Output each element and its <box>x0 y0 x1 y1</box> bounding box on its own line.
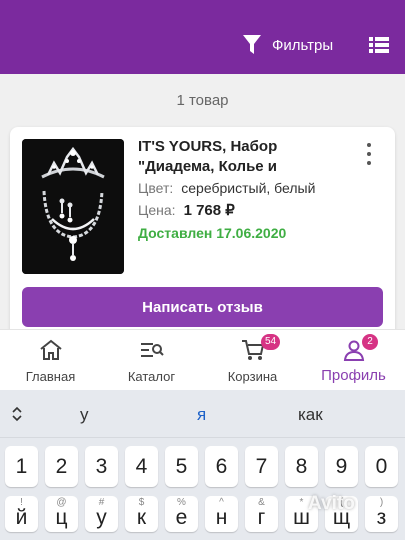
key-hint: ! <box>20 497 23 508</box>
funnel-icon <box>243 35 261 54</box>
delivery-status: Доставлен 17.06.2020 <box>138 225 287 241</box>
key-letter-label: й <box>15 506 28 529</box>
more-dot <box>367 152 371 156</box>
key-letter-label: у <box>96 506 107 529</box>
jewelry-set-image <box>22 139 124 274</box>
product-title[interactable]: IT'S YOURS, Набор "Диадема, Колье и <box>138 137 348 179</box>
price-value: 1 768 ₽ <box>183 202 235 219</box>
key-digit[interactable]: 1 <box>5 446 38 487</box>
nav-label-home: Главная <box>25 369 76 384</box>
key-hint: ) <box>379 497 384 508</box>
suggestion-2[interactable]: я <box>197 405 206 425</box>
nav-item-home[interactable]: Главная <box>0 330 101 391</box>
bottom-navigation: Главная Каталог 54 Корзина 2 Профиль <box>0 329 405 390</box>
color-label: Цвет: <box>138 180 174 196</box>
home-icon <box>39 339 62 360</box>
key-hint: ^ <box>219 497 224 508</box>
cart-badge: 54 <box>261 334 281 350</box>
nav-label-catalog: Каталог <box>127 369 176 384</box>
key-digit[interactable]: 6 <box>205 446 238 487</box>
key-letter[interactable]: @ ц <box>45 496 78 532</box>
expand-chevron-icon[interactable] <box>10 406 24 422</box>
key-letter-label: г <box>257 506 266 529</box>
filters-button[interactable]: Фильтры <box>242 30 333 60</box>
price-row: Цена: 1 768 ₽ <box>138 201 235 219</box>
key-digit[interactable]: 9 <box>325 446 358 487</box>
top-app-bar: Фильтры <box>0 0 405 74</box>
color-value: серебристый, белый <box>181 180 316 196</box>
key-letter-label: н <box>215 506 228 529</box>
nav-item-cart[interactable]: 54 Корзина <box>202 330 303 391</box>
filters-label: Фильтры <box>272 36 334 54</box>
avito-watermark: Avito <box>308 493 355 514</box>
keyboard-suggestion-bar: у я как <box>0 390 405 438</box>
key-hint: & <box>258 497 265 508</box>
key-letter[interactable]: & г <box>245 496 278 532</box>
key-hint: $ <box>138 497 145 508</box>
key-digit[interactable]: 5 <box>165 446 198 487</box>
key-letter[interactable]: % е <box>165 496 198 532</box>
key-digit[interactable]: 2 <box>45 446 78 487</box>
profile-badge: 2 <box>362 334 378 350</box>
key-letter-label: к <box>136 506 147 529</box>
more-dot <box>367 143 371 147</box>
color-row: Цвет: серебристый, белый <box>138 180 315 196</box>
order-card: IT'S YOURS, Набор "Диадема, Колье и Цвет… <box>10 127 395 342</box>
key-letter[interactable]: ^ н <box>205 496 238 532</box>
more-dot <box>367 161 371 165</box>
key-digit[interactable]: 8 <box>285 446 318 487</box>
nav-item-catalog[interactable]: Каталог <box>101 330 202 391</box>
on-screen-keyboard: 1 2 3 4 5 6 7 8 9 0 ! й @ ц # у $ к % е ^ н & г… <box>0 438 405 540</box>
nav-label-cart: Корзина <box>227 369 278 384</box>
price-label: Цена: <box>138 202 176 218</box>
key-digit[interactable]: 7 <box>245 446 278 487</box>
key-letter[interactable]: ! й <box>5 496 38 532</box>
key-letter-label: е <box>175 506 188 529</box>
write-review-button[interactable]: Написать отзыв <box>22 287 383 327</box>
product-photo[interactable] <box>22 139 124 274</box>
key-letter[interactable]: ) з <box>365 496 398 532</box>
suggestion-1[interactable]: у <box>80 405 89 425</box>
key-digit[interactable]: 4 <box>125 446 158 487</box>
suggestion-3[interactable]: как <box>298 405 323 425</box>
key-letter-label: ц <box>55 506 68 529</box>
results-count: 1 товар <box>176 92 229 109</box>
key-digit[interactable]: 3 <box>85 446 118 487</box>
key-letter[interactable]: # у <box>85 496 118 532</box>
nav-item-profile[interactable]: 2 Профиль <box>303 330 404 391</box>
key-letter-label: з <box>376 506 387 529</box>
catalog-search-icon <box>140 343 164 357</box>
key-hint: % <box>177 497 186 508</box>
more-options-button[interactable] <box>362 143 376 165</box>
list-view-icon[interactable] <box>367 33 391 57</box>
key-hint: # <box>98 497 105 508</box>
nav-label-profile: Профиль <box>321 367 386 384</box>
key-hint: @ <box>56 497 67 508</box>
key-letter[interactable]: $ к <box>125 496 158 532</box>
key-digit[interactable]: 0 <box>365 446 398 487</box>
